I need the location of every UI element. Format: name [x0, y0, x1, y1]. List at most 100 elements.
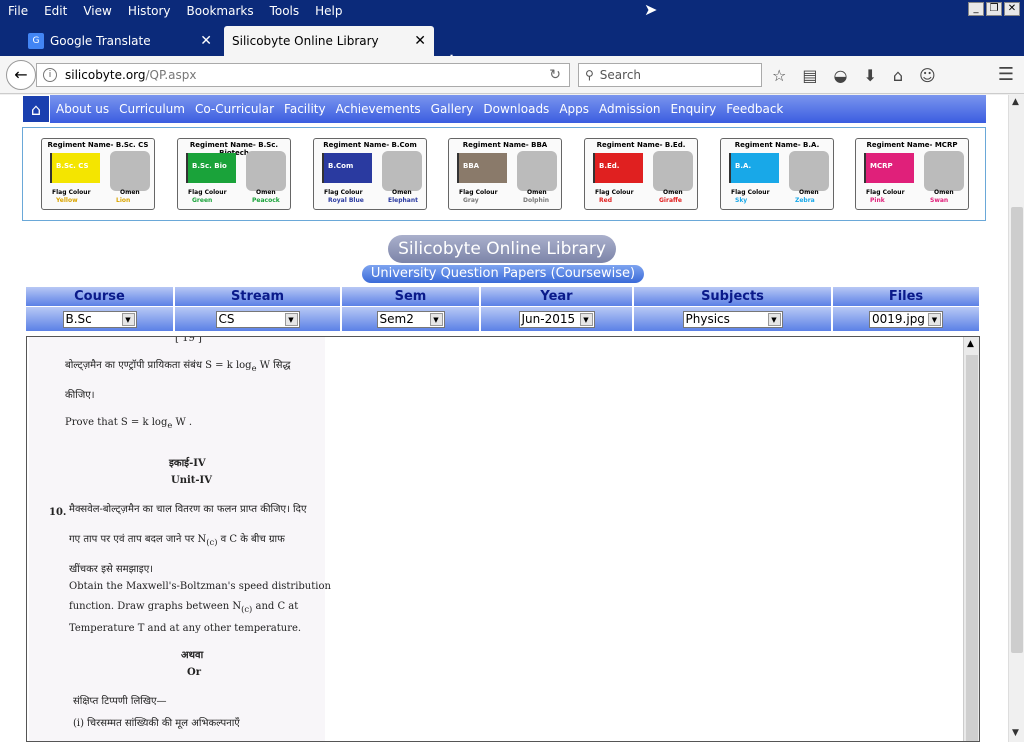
viewer-scrollbar[interactable]: ▲: [963, 337, 979, 741]
omen-value: Swan: [930, 197, 949, 204]
flag-colour-value: Royal Blue: [328, 197, 364, 204]
back-arrow-icon: ←: [14, 65, 28, 84]
filter-label: Year: [481, 287, 633, 306]
regiment-title: Regiment Name- B.Ed.: [596, 141, 686, 149]
home-icon[interactable]: ⌂: [22, 95, 50, 123]
select-value: CS: [218, 311, 235, 326]
flag-colour-value: Yellow: [56, 197, 78, 204]
menu-file[interactable]: File: [0, 0, 36, 22]
home-icon[interactable]: ⌂: [893, 66, 903, 85]
menu-history[interactable]: History: [120, 0, 179, 22]
regiment-flag: B.A.: [729, 153, 779, 183]
tab-title: Silicobyte Online Library: [232, 34, 379, 48]
reload-icon[interactable]: ↻: [549, 67, 561, 83]
nav-admission[interactable]: Admission: [599, 102, 660, 116]
page-content: ⌂ About us Curriculum Co-Curricular Faci…: [0, 95, 1008, 742]
regiment-flag-label: B.A.: [735, 162, 752, 170]
scan-line: Obtain the Maxwell's-Boltzman's speed di…: [69, 581, 331, 592]
year-select[interactable]: Jun-2015 ▼: [518, 310, 595, 328]
site-navigation: ⌂ About us Curriculum Co-Curricular Faci…: [22, 95, 986, 123]
nav-about-us[interactable]: About us: [56, 102, 109, 116]
url-bar[interactable]: i silicobyte.org/QP.aspx ↻: [36, 63, 570, 87]
tab-silicobyte[interactable]: Silicobyte Online Library ✕: [224, 26, 434, 56]
menu-bookmarks[interactable]: Bookmarks: [179, 0, 262, 22]
course-select[interactable]: B.Sc ▼: [62, 310, 137, 328]
regiment-animal-image: [517, 151, 557, 191]
nav-gallery[interactable]: Gallery: [431, 102, 474, 116]
scroll-thumb[interactable]: [1011, 207, 1023, 653]
nav-facility[interactable]: Facility: [284, 102, 326, 116]
stream-select[interactable]: CS ▼: [215, 310, 300, 328]
reading-list-icon[interactable]: ▤: [802, 66, 817, 85]
scan-or: Or: [187, 667, 201, 678]
back-button[interactable]: ←: [6, 60, 36, 90]
nav-achievements[interactable]: Achievements: [336, 102, 421, 116]
minimize-button[interactable]: _: [968, 2, 984, 16]
emoji-icon[interactable]: ☺: [919, 66, 936, 85]
tab-title: Google Translate: [50, 34, 151, 48]
chevron-down-icon: ▼: [284, 312, 298, 326]
chevron-down-icon: ▼: [767, 312, 781, 326]
regiment-card[interactable]: Regiment Name- B.Ed. B.Ed. Flag Colour Red O…: [584, 138, 698, 210]
tab-google-translate[interactable]: G Google Translate ✕: [20, 26, 220, 56]
regiment-flag: MCRP: [864, 153, 914, 183]
close-tab-icon[interactable]: ✕: [414, 33, 426, 49]
toolbar-icons: ☆ ▤ ◒ ⬇ ⌂ ☺: [772, 66, 936, 85]
nav-feedback[interactable]: Feedback: [726, 102, 783, 116]
regiment-animal-image: [382, 151, 422, 191]
menu-help[interactable]: Help: [307, 0, 350, 22]
regiment-title: Regiment Name- B.A.: [734, 141, 820, 149]
regiment-title: Regiment Name- MCRP: [866, 141, 958, 149]
page-scrollbar[interactable]: ▲ ▼: [1008, 95, 1024, 742]
scroll-down-icon[interactable]: ▼: [1012, 728, 1019, 738]
close-tab-icon[interactable]: ✕: [200, 33, 212, 49]
regiment-flag-label: B.Com: [328, 162, 354, 170]
nav-co-curricular[interactable]: Co-Curricular: [195, 102, 274, 116]
regiment-flag-label: B.Ed.: [599, 162, 620, 170]
menu-hamburger-icon[interactable]: ☰: [998, 64, 1014, 85]
nav-downloads[interactable]: Downloads: [483, 102, 549, 116]
menu-view[interactable]: View: [75, 0, 119, 22]
chevron-down-icon: ▼: [121, 312, 135, 326]
nav-enquiry[interactable]: Enquiry: [670, 102, 716, 116]
close-window-button[interactable]: ✕: [1004, 2, 1020, 16]
google-translate-icon: G: [28, 33, 44, 49]
bookmark-star-icon[interactable]: ☆: [772, 66, 786, 85]
restore-button[interactable]: ❐: [986, 2, 1002, 16]
filter-sem: Sem Sem2 ▼: [342, 287, 480, 331]
regiment-title: Regiment Name- B.Sc. CS: [47, 141, 149, 149]
sem-select[interactable]: Sem2 ▼: [376, 310, 445, 328]
download-icon[interactable]: ⬇: [863, 66, 876, 85]
regiment-animal-image: [924, 151, 964, 191]
regiment-card[interactable]: Regiment Name- MCRP MCRP Flag Colour Pink Om…: [855, 138, 969, 210]
scroll-up-icon[interactable]: ▲: [967, 339, 974, 349]
filter-label: Sem: [342, 287, 480, 306]
regiment-card[interactable]: Regiment Name- B.A. B.A. Flag Colour Sky Ome…: [720, 138, 834, 210]
regiment-card[interactable]: Regiment Name- BBA BBA Flag Colour Gray Omen…: [448, 138, 562, 210]
omen-label: Omen: [120, 189, 140, 196]
pocket-icon[interactable]: ◒: [833, 66, 847, 85]
files-select[interactable]: 0019.jpg ▼: [869, 310, 943, 328]
nav-curriculum[interactable]: Curriculum: [119, 102, 185, 116]
regiment-card[interactable]: Regiment Name- B.Sc. CS B.Sc. CS Flag Colo…: [41, 138, 155, 210]
omen-value: Elephant: [388, 197, 418, 204]
regiment-card[interactable]: Regiment Name- B.Sc. BiotechB.Sc. BioFla…: [177, 138, 291, 210]
search-placeholder: Search: [599, 68, 642, 82]
regiment-flag-label: B.Sc. Bio: [192, 162, 227, 170]
subjects-select[interactable]: Physics ▼: [682, 310, 783, 328]
scroll-up-icon[interactable]: ▲: [1012, 97, 1019, 107]
omen-label: Omen: [527, 189, 547, 196]
menu-tools[interactable]: Tools: [262, 0, 308, 22]
tab-bar: G Google Translate ✕ Silicobyte Online L…: [0, 22, 1024, 71]
regiment-flag: B.Sc. Bio: [186, 153, 236, 183]
select-value: Sem2: [379, 311, 414, 326]
info-icon[interactable]: i: [43, 68, 57, 82]
scroll-thumb[interactable]: [966, 355, 978, 741]
flag-colour-label: Flag Colour: [866, 189, 905, 196]
search-input[interactable]: ⚲ Search: [578, 63, 762, 87]
regiment-card[interactable]: Regiment Name- B.Com B.Com Flag Colour Roya…: [313, 138, 427, 210]
scan-line: कीजिए।: [65, 390, 95, 401]
omen-value: Zebra: [795, 197, 815, 204]
nav-apps[interactable]: Apps: [559, 102, 589, 116]
menu-edit[interactable]: Edit: [36, 0, 75, 22]
